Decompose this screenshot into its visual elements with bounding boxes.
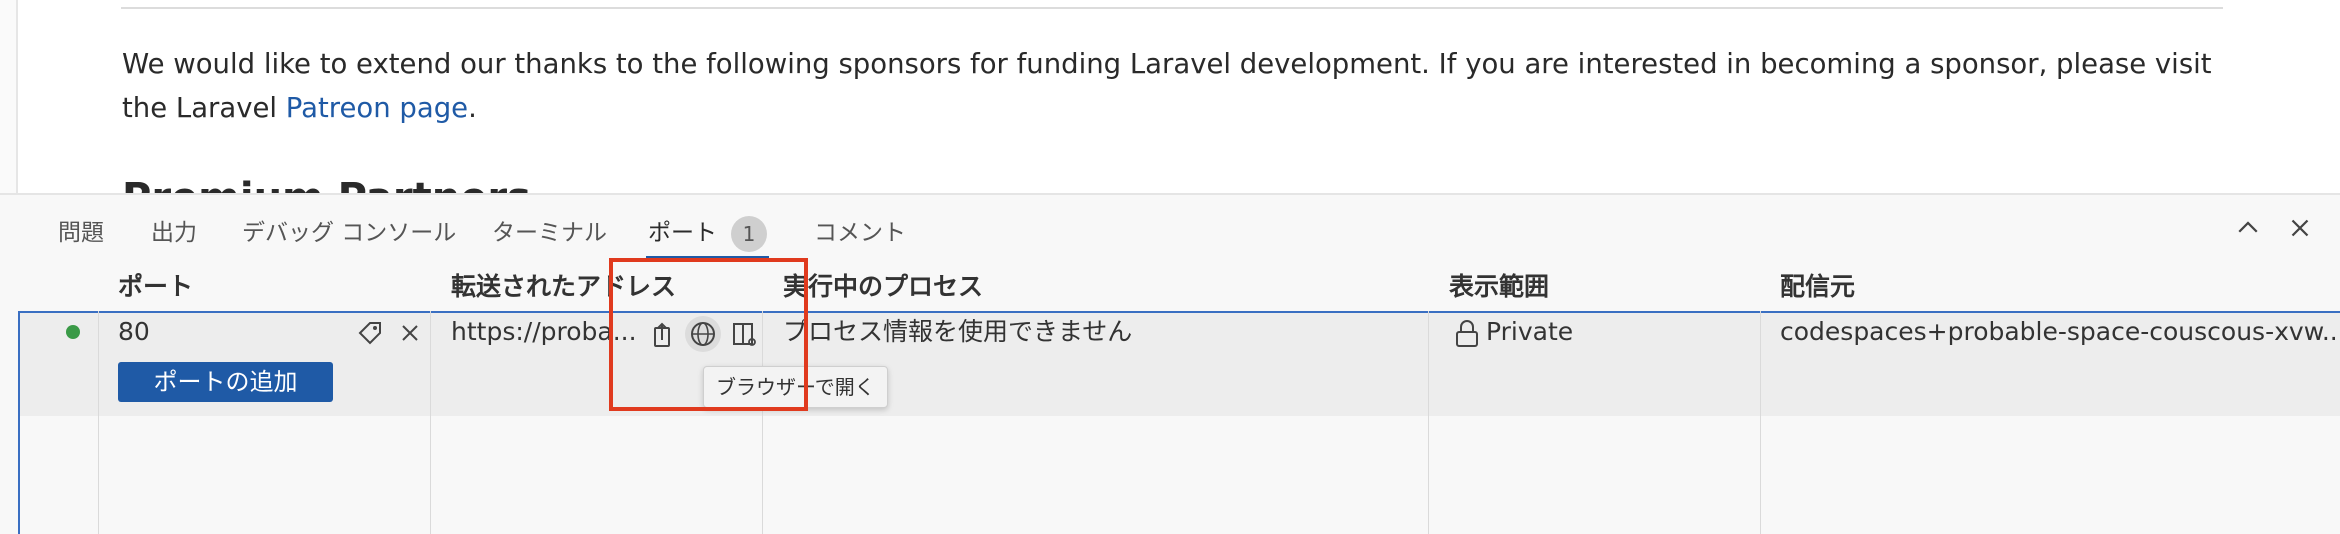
process-info: プロセス情報を使用できません	[783, 317, 1133, 346]
column-divider[interactable]	[762, 311, 763, 534]
chevron-up-icon[interactable]	[2228, 213, 2268, 253]
bottom-panel: 問題 出力 デバッグ コンソール ターミナル ポート 1 コメント ポート 転送さ…	[0, 193, 2340, 534]
paragraph-end: .	[468, 92, 477, 124]
patreon-link[interactable]: Patreon page	[286, 92, 468, 124]
sponsor-paragraph: We would like to extend our thanks to th…	[122, 42, 2232, 130]
lock-icon	[1449, 316, 1479, 352]
origin-value: codespaces+probable-space-couscous-xvw..…	[1780, 317, 2340, 346]
header-origin[interactable]: 配信元	[1780, 263, 1855, 311]
column-divider[interactable]	[1760, 311, 1761, 534]
editor-gutter	[0, 0, 18, 193]
column-divider[interactable]	[1428, 311, 1429, 534]
ports-table-header: ポート 転送されたアドレス 実行中のプロセス 表示範囲 配信元	[0, 263, 2340, 311]
close-icon[interactable]	[2280, 213, 2320, 253]
tag-icon[interactable]	[352, 315, 388, 351]
tab-debug-console[interactable]: デバッグ コンソール	[242, 213, 456, 253]
column-divider[interactable]	[98, 311, 99, 534]
globe-icon[interactable]	[685, 316, 721, 352]
partners-heading: Premium Partners	[122, 176, 531, 193]
tab-comments[interactable]: コメント	[814, 213, 906, 253]
header-address[interactable]: 転送されたアドレス	[451, 263, 676, 311]
tab-terminal[interactable]: ターミナル	[492, 213, 607, 253]
header-process[interactable]: 実行中のプロセス	[783, 263, 983, 311]
stop-forwarding-icon[interactable]	[392, 315, 428, 351]
horizontal-rule	[121, 7, 2223, 9]
open-in-browser-tooltip: ブラウザーで開く	[703, 366, 888, 408]
port-status-dot	[66, 325, 80, 339]
tab-problems[interactable]: 問題	[58, 213, 104, 253]
column-divider[interactable]	[430, 311, 431, 534]
tab-ports[interactable]: ポート 1	[646, 213, 769, 259]
forwarded-address[interactable]: https://proba...	[451, 315, 637, 349]
markdown-preview: We would like to extend our thanks to th…	[0, 0, 2340, 193]
port-number[interactable]: 80	[118, 315, 150, 349]
ports-table: ポート 転送されたアドレス 実行中のプロセス 表示範囲 配信元	[0, 263, 2340, 534]
ports-count-badge: 1	[731, 215, 767, 252]
tab-output[interactable]: 出力	[151, 213, 197, 253]
copy-address-icon[interactable]	[645, 316, 681, 352]
add-port-button[interactable]: ポートの追加	[118, 362, 333, 402]
row-focus-outline	[18, 311, 2340, 313]
preview-in-editor-icon[interactable]	[726, 316, 762, 352]
header-port[interactable]: ポート	[118, 263, 193, 311]
tab-ports-label: ポート	[648, 220, 717, 246]
header-visibility[interactable]: 表示範囲	[1449, 263, 1549, 311]
visibility-value[interactable]: Private	[1486, 315, 1573, 349]
panel-tabbar: 問題 出力 デバッグ コンソール ターミナル ポート 1 コメント	[0, 195, 2340, 263]
